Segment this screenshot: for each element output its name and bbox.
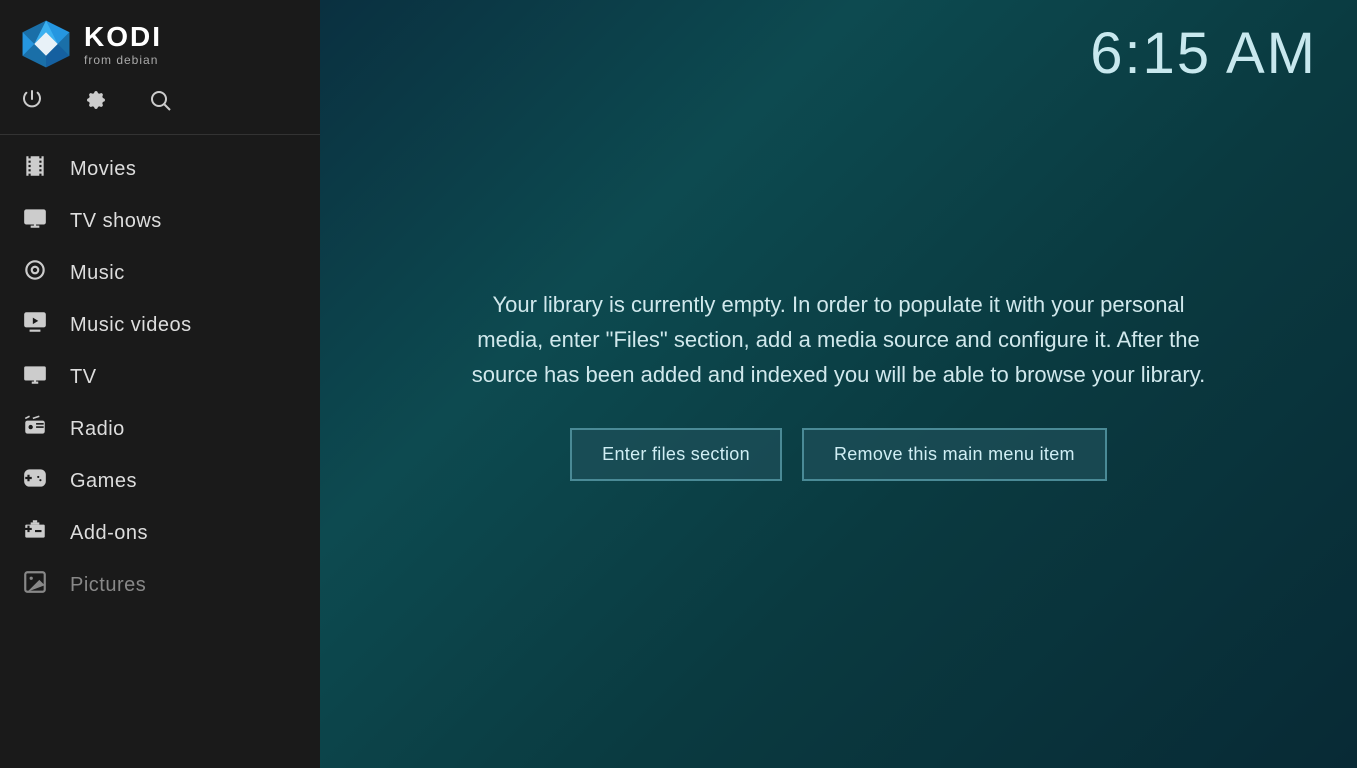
sidebar-item-music-videos[interactable]: Music videos [0,299,320,351]
radio-icon [20,413,50,445]
sidebar-header: KODI from debian [0,0,320,80]
kodi-logo-icon [20,18,72,70]
sidebar-item-music[interactable]: Music [0,247,320,299]
games-label: Games [70,470,137,493]
settings-icon[interactable] [84,88,108,118]
search-icon[interactable] [148,88,172,118]
add-ons-icon [20,517,50,549]
sidebar-item-movies[interactable]: Movies [0,143,320,195]
tv-shows-icon [20,205,50,237]
clock: 6:15 AM [1090,20,1317,87]
movies-label: Movies [70,158,136,181]
games-icon [20,465,50,497]
pictures-icon [20,569,50,601]
music-videos-icon [20,309,50,341]
app-subtitle: from debian [84,53,162,67]
tv-icon [20,361,50,393]
enter-files-button[interactable]: Enter files section [570,428,782,481]
sidebar-item-add-ons[interactable]: Add-ons [0,507,320,559]
tv-shows-label: TV shows [70,210,162,233]
tv-label: TV [70,366,97,389]
music-videos-label: Music videos [70,314,192,337]
content-area: Your library is currently empty. In orde… [320,0,1357,768]
sidebar-controls [0,80,320,134]
sidebar-item-tv[interactable]: TV [0,351,320,403]
library-message: Your library is currently empty. In orde… [469,287,1209,393]
kodi-title: KODI from debian [84,21,162,67]
movies-icon [20,153,50,185]
music-icon [20,257,50,289]
sidebar-item-games[interactable]: Games [0,455,320,507]
menu-divider [0,134,320,135]
message-box: Your library is currently empty. In orde… [449,267,1229,502]
sidebar: KODI from debian [0,0,320,768]
remove-menu-item-button[interactable]: Remove this main menu item [802,428,1107,481]
music-label: Music [70,262,125,285]
app-name: KODI [84,21,162,53]
add-ons-label: Add-ons [70,522,148,545]
sidebar-item-pictures[interactable]: Pictures [0,559,320,611]
radio-label: Radio [70,418,125,441]
action-buttons: Enter files section Remove this main men… [469,428,1209,481]
power-icon[interactable] [20,88,44,118]
main-content: 6:15 AM Your library is currently empty.… [320,0,1357,768]
pictures-label: Pictures [70,574,146,597]
sidebar-item-tv-shows[interactable]: TV shows [0,195,320,247]
sidebar-item-radio[interactable]: Radio [0,403,320,455]
